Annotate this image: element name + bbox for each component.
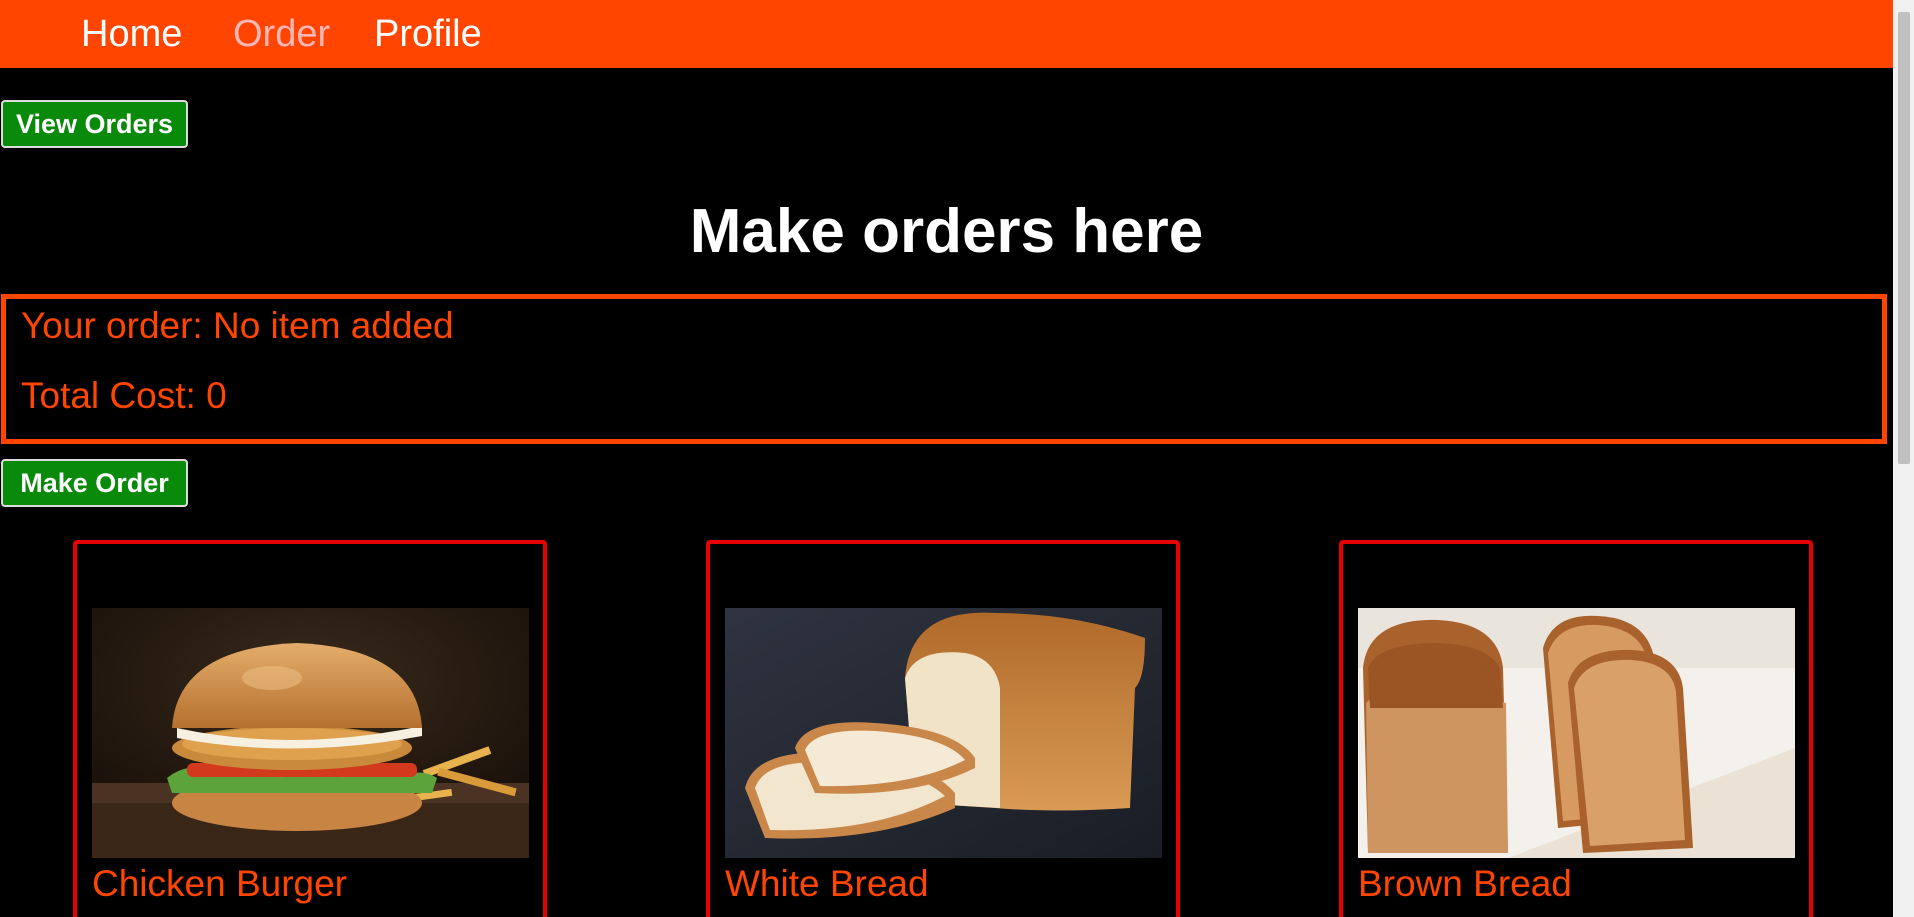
vertical-scrollbar[interactable] xyxy=(1893,0,1914,917)
order-summary-box: Your order: No item added Total Cost: 0 xyxy=(1,294,1887,444)
scrollbar-thumb[interactable] xyxy=(1898,12,1910,464)
page-heading: Make orders here xyxy=(689,197,1204,266)
product-card-chicken-burger[interactable]: Chicken Burger xyxy=(73,540,547,917)
order-total-text: Total Cost: 0 xyxy=(21,375,227,416)
navbar: Home Order Profile xyxy=(0,0,1893,68)
brown-bread-image xyxy=(1358,608,1795,858)
make-order-button[interactable]: Make Order xyxy=(1,459,188,507)
product-card-brown-bread[interactable]: Brown Bread xyxy=(1339,540,1813,917)
product-name: Chicken Burger xyxy=(92,863,348,904)
product-card-white-bread[interactable]: White Bread xyxy=(706,540,1180,917)
nav-profile-link[interactable]: Profile xyxy=(374,13,482,55)
product-name: White Bread xyxy=(725,863,929,904)
page: Home Order Profile View Orders Make orde… xyxy=(0,0,1914,917)
nav-order-link[interactable]: Order xyxy=(233,13,330,55)
order-items-text: Your order: No item added xyxy=(21,305,454,346)
product-name: Brown Bread xyxy=(1358,863,1572,904)
view-orders-button[interactable]: View Orders xyxy=(1,100,188,148)
chicken-burger-image xyxy=(92,608,529,858)
white-bread-image xyxy=(725,608,1162,858)
nav-home-link[interactable]: Home xyxy=(81,13,182,55)
